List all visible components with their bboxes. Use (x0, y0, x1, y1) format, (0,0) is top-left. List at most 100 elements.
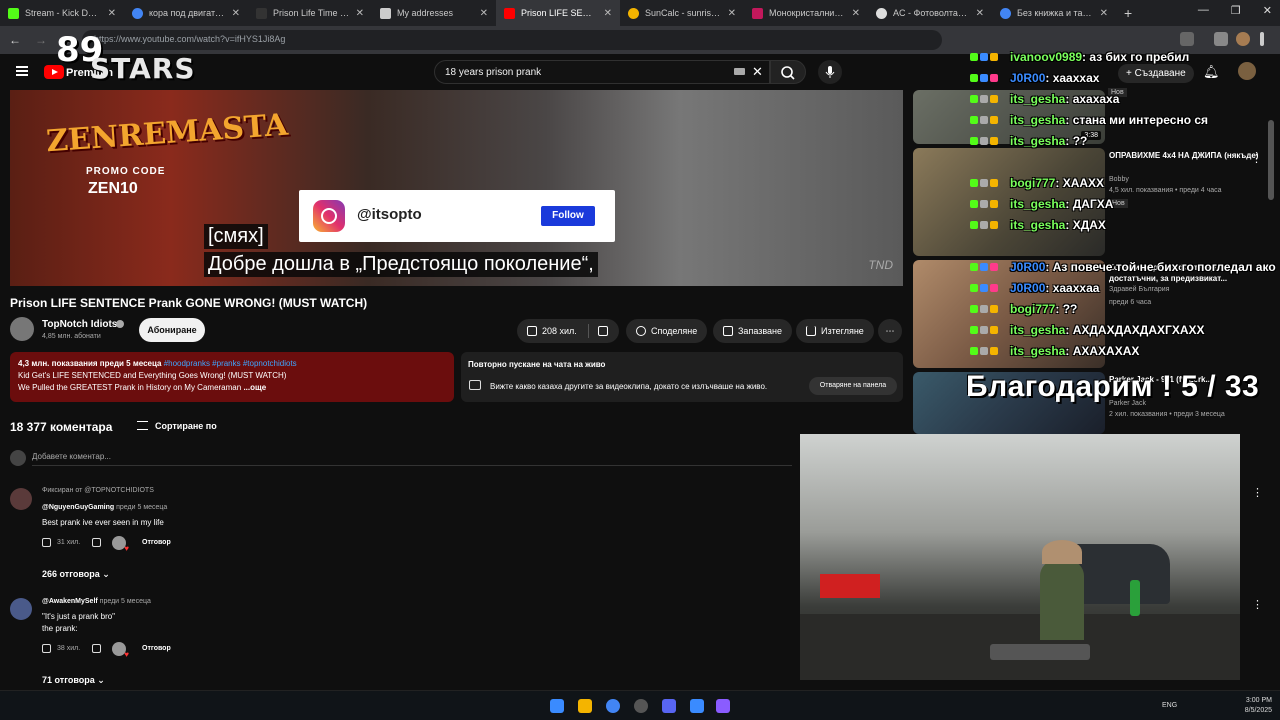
microphone-button[interactable] (818, 60, 842, 84)
download-button[interactable]: Изтегляне (796, 319, 874, 343)
channel-avatar[interactable] (10, 317, 34, 341)
subscribe-button[interactable]: Абониране (139, 318, 205, 342)
add-comment-input[interactable]: Добавете коментар... (32, 452, 792, 466)
save-button[interactable]: Запазване (713, 319, 793, 343)
subscriber-count: 4,85 млн. абонати (42, 333, 101, 340)
show-more-link[interactable]: ...още (243, 383, 266, 392)
scrollbar[interactable] (1268, 120, 1274, 200)
more-actions-button[interactable]: ⋯ (878, 319, 902, 343)
browser-tab[interactable]: Stream - Kick Dashboard✕ (0, 0, 124, 26)
close-icon[interactable]: ✕ (728, 8, 736, 19)
forward-icon[interactable]: → (30, 33, 52, 47)
chat-badges (970, 50, 1010, 64)
extension-icon[interactable] (1180, 32, 1194, 46)
like-button[interactable]: 208 хил. (527, 326, 577, 336)
url-field[interactable]: https://www.youtube.com/watch?v=ifHYS1Ji… (82, 30, 942, 50)
reply-button[interactable]: Отговор (142, 645, 171, 652)
like-dislike-group: 208 хил. (517, 319, 619, 343)
file-explorer-icon[interactable] (578, 699, 592, 713)
maximize-icon[interactable]: ❐ (1231, 4, 1241, 17)
profile-avatar[interactable] (1236, 32, 1250, 46)
thumbs-up-icon[interactable] (42, 538, 51, 547)
thumbs-down-icon[interactable] (92, 644, 101, 653)
thumbs-up-icon[interactable] (42, 644, 51, 653)
close-icon[interactable]: ✕ (356, 8, 364, 19)
browser-tab[interactable]: My addresses ✕ (372, 0, 496, 26)
instagram-handle: @itsopto (357, 206, 422, 223)
more-icon[interactable]: ⋮ (1252, 598, 1263, 611)
search-input[interactable]: 18 years prison prank (434, 60, 770, 84)
microphone-icon (825, 66, 835, 78)
channel-name[interactable]: Здравей България (1109, 285, 1169, 295)
video-description[interactable]: 4,3 млн. показвания преди 5 месеца #hood… (10, 352, 454, 402)
browser-tab[interactable]: кора под двигателя pan✕ (124, 0, 248, 26)
close-icon[interactable]: ✕ (976, 8, 984, 19)
video-title[interactable]: ОПРАВИХМЕ 4x4 НА ДЖИПА (някъде) (1109, 150, 1265, 161)
channel-name[interactable]: TopNotch Idiots (42, 319, 117, 330)
replies-toggle[interactable]: 71 отговора ⌄ (42, 675, 105, 686)
promo-label: PROMO CODE (86, 166, 166, 177)
windows-start-icon[interactable] (550, 699, 564, 713)
browser-tab[interactable]: Без книжка и табели✕ (992, 0, 1116, 26)
close-window-icon[interactable]: ✕ (1263, 4, 1272, 17)
menu-icon[interactable] (16, 66, 28, 76)
hashtags[interactable]: #hoodpranks #pranks #topnotchidiots (164, 359, 297, 368)
google-icon (132, 7, 143, 19)
discord-icon[interactable] (662, 699, 676, 713)
chat-badges (970, 176, 1010, 190)
channel-name[interactable]: Bobby (1109, 175, 1129, 185)
minimize-icon[interactable]: — (1198, 4, 1209, 17)
tiktok-icon (256, 7, 267, 19)
avatar[interactable] (10, 488, 32, 510)
sort-icon[interactable] (137, 421, 148, 430)
share-button[interactable]: Споделяне (626, 319, 708, 343)
reply-button[interactable]: Отговор (142, 539, 171, 546)
subtitle-line: [смях] (204, 224, 268, 249)
sort-button[interactable]: Сортиране по (155, 421, 217, 431)
language-indicator[interactable]: ENG (1162, 702, 1177, 709)
browser-tab-active[interactable]: Prison LIFE SENTENCE P✕ (496, 0, 620, 26)
search-button[interactable] (770, 60, 806, 84)
extension-icon[interactable] (1214, 32, 1228, 46)
chat-badges (970, 92, 1010, 106)
thumbs-down-icon[interactable] (92, 538, 101, 547)
close-icon[interactable]: ✕ (852, 8, 860, 19)
app-icon[interactable] (716, 699, 730, 713)
browser-tab[interactable]: SunCalc - sunrise, sunse✕ (620, 0, 744, 26)
clear-icon[interactable]: ✕ (752, 64, 763, 80)
chat-text: : хааххах (1045, 71, 1100, 85)
new-tab-icon[interactable]: + (1116, 5, 1140, 21)
keyboard-icon[interactable] (734, 68, 745, 75)
browser-tab[interactable]: Prison Life Time Senten✕ (248, 0, 372, 26)
replies-toggle[interactable]: 266 отговора ⌄ (42, 569, 110, 580)
close-icon[interactable]: ✕ (108, 8, 116, 19)
notifications-icon[interactable]: 🔔︎ (1203, 64, 1220, 80)
close-icon[interactable]: ✕ (232, 8, 240, 19)
system-clock[interactable]: 3:00 PM 8/5/2025 (1245, 696, 1272, 716)
avatar[interactable] (10, 598, 32, 620)
channel-watermark[interactable]: TND (868, 258, 893, 272)
chat-message: J0R00: хааххах (970, 71, 1099, 85)
person-head (1042, 540, 1082, 564)
browser-tab[interactable]: Монокристални солар✕ (744, 0, 868, 26)
chat-user: bogi777 (1010, 302, 1056, 316)
close-icon[interactable]: ✕ (604, 8, 612, 19)
app-icon[interactable] (690, 699, 704, 713)
comment-author[interactable]: @NguyenGuyGaming преди 5 месеца (42, 504, 167, 511)
chat-text: : ?? (1055, 302, 1078, 316)
menu-icon[interactable] (1260, 32, 1264, 46)
thumbs-down-icon[interactable] (597, 326, 608, 336)
more-icon[interactable]: ⋮ (1251, 152, 1262, 165)
browser-tab[interactable]: AC - Фотоволтаични и✕ (868, 0, 992, 26)
close-icon[interactable]: ✕ (480, 8, 488, 19)
open-panel-button[interactable]: Отваряне на панела (809, 377, 897, 395)
create-button[interactable]: + Създаване (1118, 64, 1194, 83)
more-icon[interactable]: ⋮ (1252, 486, 1263, 499)
back-icon[interactable]: ← (4, 33, 26, 47)
close-icon[interactable]: ✕ (1100, 8, 1108, 19)
avatar[interactable] (1238, 62, 1256, 80)
video-player[interactable]: ZENREMASTA PROMO CODE ZEN10 @itsopto Fol… (10, 90, 903, 286)
chrome-icon[interactable] (606, 699, 620, 713)
obs-icon[interactable] (634, 699, 648, 713)
comment-author[interactable]: @AwakenMySelf преди 5 месеца (42, 598, 151, 605)
